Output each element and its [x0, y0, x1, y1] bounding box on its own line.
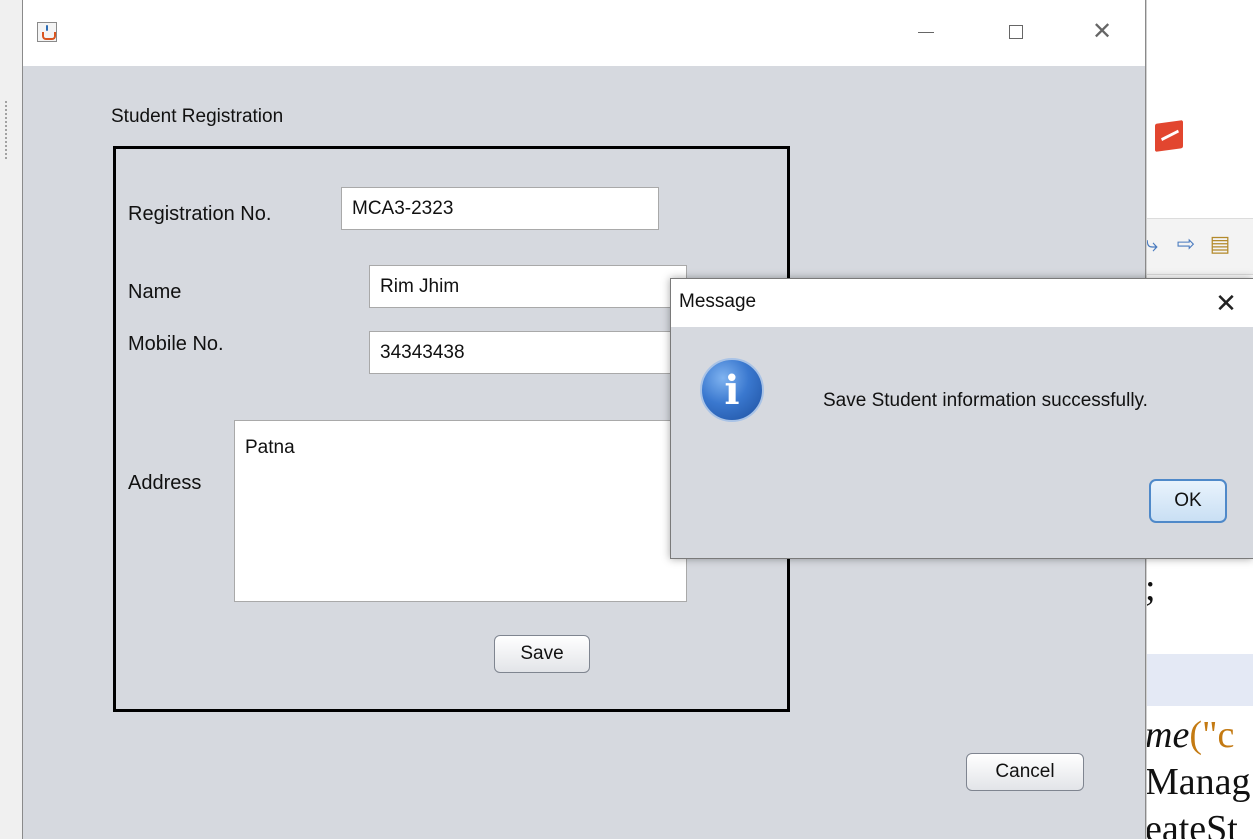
minimize-button[interactable] — [903, 14, 949, 50]
name-label: Name — [128, 281, 182, 303]
ok-button[interactable]: OK — [1149, 479, 1227, 523]
maximize-icon — [1009, 25, 1023, 39]
close-button[interactable]: ✕ — [1079, 14, 1125, 50]
info-icon: i — [700, 358, 764, 422]
code-line-2: Manag — [1146, 761, 1251, 803]
close-icon: ✕ — [1215, 287, 1237, 318]
java-app-icon — [37, 22, 57, 42]
maximize-button[interactable] — [993, 14, 1039, 50]
form-caption: Student Registration — [111, 106, 284, 127]
message-dialog: Message ✕ i Save Student information suc… — [670, 278, 1253, 559]
window-titlebar[interactable]: ✕ — [23, 0, 1145, 66]
registration-no-input[interactable] — [341, 187, 659, 230]
save-button[interactable]: Save — [494, 635, 590, 673]
info-glyph: i — [724, 367, 740, 414]
address-label: Address — [128, 472, 202, 494]
code-line-1: me("c — [1146, 713, 1235, 757]
dialog-titlebar[interactable]: Message ✕ — [671, 279, 1253, 327]
registration-no-label: Registration No. — [128, 203, 272, 225]
desktop: ⤷ ⇨ ▤ ; me("c Manag eateSt ✕ Student Reg… — [0, 0, 1253, 839]
mobile-no-label: Mobile No. — [128, 333, 224, 355]
name-input[interactable] — [369, 265, 687, 308]
address-textarea[interactable]: Patna — [234, 420, 687, 602]
document-icon[interactable]: ▤ — [1209, 233, 1231, 255]
dialog-close-button[interactable]: ✕ — [1206, 285, 1246, 321]
step-icon[interactable]: ⤷ — [1147, 233, 1163, 255]
code-line-3: eateSt — [1146, 808, 1238, 839]
close-icon: ✕ — [1091, 18, 1113, 45]
minimize-icon — [918, 31, 934, 33]
grip-handle[interactable] — [4, 100, 8, 160]
arrow-icon[interactable]: ⇨ — [1175, 233, 1197, 255]
app-logo-icon — [1155, 120, 1183, 152]
code-method: me — [1146, 714, 1190, 756]
editor-highlight-band — [1147, 654, 1253, 706]
cancel-button[interactable]: Cancel — [966, 753, 1084, 791]
dialog-message: Save Student information successfully. — [823, 390, 1148, 411]
dialog-title: Message — [679, 291, 757, 312]
code-semicolon: ; — [1146, 567, 1156, 609]
code-string: ("c — [1189, 714, 1235, 756]
mobile-no-input[interactable] — [369, 331, 687, 374]
left-window-edge — [0, 0, 23, 839]
